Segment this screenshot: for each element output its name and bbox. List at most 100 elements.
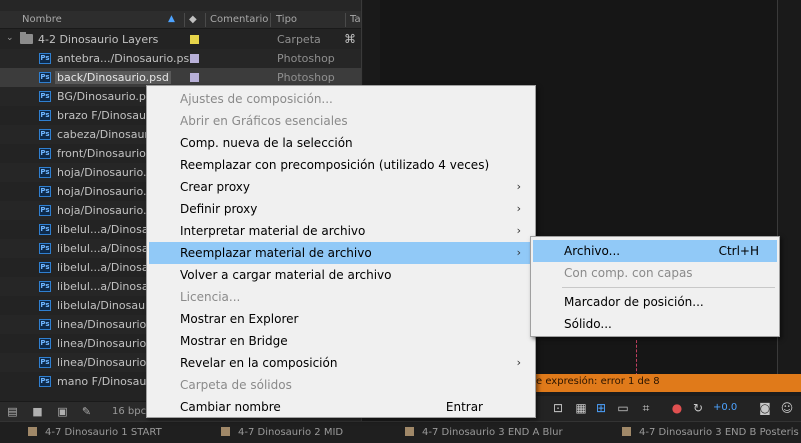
item-name: brazo F/Dinosaur bbox=[57, 109, 151, 122]
menu-item-reemplazar-material-de-archivo[interactable]: Reemplazar material de archivo › bbox=[149, 242, 533, 264]
column-type[interactable]: Tipo bbox=[276, 14, 297, 25]
menu-item-label: Ajustes de composición... bbox=[180, 92, 333, 106]
new-composition-icon[interactable]: ▣ bbox=[56, 406, 69, 418]
photoshop-file-icon: Ps bbox=[39, 376, 51, 387]
context-menu: Ajustes de composición... Abrir en Gráfic… bbox=[146, 85, 536, 418]
rulers-icon[interactable]: ▭ bbox=[615, 400, 631, 416]
channel-icon[interactable]: ● bbox=[669, 400, 685, 416]
item-type: Photoshop bbox=[277, 52, 335, 65]
label-tag-icon[interactable]: ◆ bbox=[189, 14, 197, 25]
folder-row[interactable]: ⌄ 4-2 Dinosaurio Layers Carpeta ⌘ bbox=[0, 30, 361, 49]
guides-icon[interactable]: ⌗ bbox=[638, 400, 654, 416]
item-name: back/Dinosaurio.psd bbox=[55, 71, 171, 84]
menu-item-mostrar-en-bridge[interactable]: Mostrar en Bridge bbox=[149, 330, 533, 352]
menu-item-mostrar-en-explorer[interactable]: Mostrar en Explorer bbox=[149, 308, 533, 330]
transparency-grid-icon[interactable]: ▦ bbox=[573, 400, 589, 416]
show-snapshot-icon[interactable]: ☺ bbox=[779, 400, 795, 416]
tab-comp-3[interactable]: 4-7 Dinosaurio 3 END A Blur bbox=[405, 427, 563, 438]
column-divider[interactable] bbox=[184, 13, 185, 27]
menu-item-label: Con comp. con capas bbox=[564, 266, 693, 280]
comp-icon bbox=[405, 427, 414, 436]
photoshop-file-icon: Ps bbox=[39, 72, 51, 83]
item-name: antebra.../Dinosaurio.psd bbox=[57, 52, 197, 65]
tab-comp-4[interactable]: 4-7 Dinosaurio 3 END B Posteris bbox=[622, 427, 799, 438]
sort-ascending-icon[interactable]: ▲ bbox=[168, 14, 175, 24]
menu-item-reemplazar-con-precomposicion-utilizado-4-veces[interactable]: Reemplazar con precomposición (utilizado… bbox=[149, 154, 533, 176]
flowchart-icon[interactable]: ⌘ bbox=[344, 32, 356, 46]
submenu-item-solido[interactable]: Sólido... bbox=[533, 313, 777, 335]
snapshot-icon[interactable]: ◙ bbox=[757, 400, 773, 416]
item-type: Photoshop bbox=[277, 71, 335, 84]
menu-item-licencia[interactable]: Licencia... bbox=[149, 286, 533, 308]
menu-item-label: Abrir en Gráficos esenciales bbox=[180, 114, 348, 128]
photoshop-file-icon: Ps bbox=[39, 110, 51, 121]
mask-visibility-icon[interactable]: ⊞ bbox=[593, 400, 609, 416]
column-header: Nombre ▲ ◆ Comentario Tipo Ta bbox=[0, 11, 361, 29]
photoshop-file-icon: Ps bbox=[39, 300, 51, 311]
tab-label: 4-7 Dinosaurio 1 START bbox=[45, 427, 162, 438]
menu-item-label: Reemplazar con precomposición (utilizado… bbox=[180, 158, 490, 172]
submenu-arrow-icon: › bbox=[516, 356, 521, 369]
bit-depth-label[interactable]: 16 bpc bbox=[112, 406, 146, 417]
menu-item-volver-a-cargar-material-de-archivo[interactable]: Volver a cargar material de archivo bbox=[149, 264, 533, 286]
submenu-item-marcador-de-posicion[interactable]: Marcador de posición... bbox=[533, 291, 777, 313]
menu-item-ajustes-de-composicion[interactable]: Ajustes de composición... bbox=[149, 88, 533, 110]
expand-chevron-icon[interactable]: ⌄ bbox=[6, 33, 14, 43]
region-of-interest-icon[interactable]: ⊡ bbox=[550, 400, 566, 416]
menu-item-label: Licencia... bbox=[180, 290, 241, 304]
column-divider[interactable] bbox=[345, 13, 346, 27]
interpret-footage-icon[interactable]: ▤ bbox=[6, 406, 19, 418]
photoshop-file-icon: Ps bbox=[39, 129, 51, 140]
item-name: hoja/Dinosaurio.p bbox=[57, 185, 154, 198]
replace-footage-submenu: Archivo... Ctrl+H Con comp. con capas Marca… bbox=[530, 236, 780, 337]
photoshop-file-icon: Ps bbox=[39, 167, 51, 178]
item-name: libelul...a/Dinosau bbox=[57, 223, 156, 236]
photoshop-file-icon: Ps bbox=[39, 186, 51, 197]
submenu-arrow-icon: › bbox=[516, 202, 521, 215]
tab-comp-2[interactable]: 4-7 Dinosaurio 2 MID bbox=[221, 427, 343, 438]
menu-item-interpretar-material-de-archivo[interactable]: Interpretar material de archivo › bbox=[149, 220, 533, 242]
footage-row[interactable]: Ps antebra.../Dinosaurio.psd Photoshop bbox=[0, 49, 361, 68]
menu-item-label: Sólido... bbox=[564, 317, 612, 331]
label-color-swatch[interactable] bbox=[190, 73, 199, 82]
menu-item-label: Volver a cargar material de archivo bbox=[180, 268, 392, 282]
item-name: hoja/Dinosaurio.p bbox=[57, 166, 154, 179]
new-folder-icon[interactable]: ■ bbox=[31, 406, 44, 418]
menu-item-comp-nueva-de-la-seleccion[interactable]: Comp. nueva de la selección bbox=[149, 132, 533, 154]
exposure-value[interactable]: +0.0 bbox=[713, 402, 737, 413]
item-name: linea/Dinosaurio. bbox=[57, 337, 150, 350]
menu-item-definir-proxy[interactable]: Definir proxy › bbox=[149, 198, 533, 220]
column-divider[interactable] bbox=[205, 13, 206, 27]
photoshop-file-icon: Ps bbox=[39, 338, 51, 349]
menu-item-abrir-en-graficos-esenciales[interactable]: Abrir en Gráficos esenciales bbox=[149, 110, 533, 132]
item-name: libelul...a/Dinosau bbox=[57, 242, 156, 255]
expression-error-text: e expresión: error 1 de 8 bbox=[536, 376, 660, 387]
menu-item-revelar-en-la-composicion[interactable]: Revelar en la composición › bbox=[149, 352, 533, 374]
menu-item-cambiar-nombre[interactable]: Cambiar nombre Entrar bbox=[149, 396, 533, 418]
menu-item-label: Archivo... bbox=[564, 244, 621, 258]
guide-line bbox=[636, 340, 637, 376]
tab-label: 4-7 Dinosaurio 2 MID bbox=[238, 427, 344, 438]
menu-item-carpeta-de-solidos[interactable]: Carpeta de sólidos bbox=[149, 374, 533, 396]
tab-comp-1[interactable]: 4-7 Dinosaurio 1 START bbox=[28, 427, 162, 438]
photoshop-file-icon: Ps bbox=[39, 243, 51, 254]
menu-item-crear-proxy[interactable]: Crear proxy › bbox=[149, 176, 533, 198]
column-extra[interactable]: Ta bbox=[350, 14, 361, 25]
column-comment[interactable]: Comentario bbox=[210, 14, 268, 25]
project-settings-icon[interactable]: ✎ bbox=[80, 406, 93, 418]
submenu-item-archivo[interactable]: Archivo... Ctrl+H bbox=[533, 240, 777, 262]
submenu-arrow-icon: › bbox=[516, 224, 521, 237]
column-divider[interactable] bbox=[270, 13, 271, 27]
viewer-toolbar: ⊡ ▦ ⊞ ▭ ⌗ ● ↻ +0.0 ◙ ☺ bbox=[530, 396, 801, 421]
photoshop-file-icon: Ps bbox=[39, 224, 51, 235]
submenu-item-con-comp-con-capas[interactable]: Con comp. con capas bbox=[533, 262, 777, 284]
item-name: libelul...a/Dinosau bbox=[57, 280, 156, 293]
photoshop-file-icon: Ps bbox=[39, 148, 51, 159]
expression-error-bar[interactable]: e expresión: error 1 de 8 bbox=[530, 374, 801, 392]
reset-exposure-icon[interactable]: ↻ bbox=[690, 400, 706, 416]
item-type: Carpeta bbox=[277, 33, 321, 46]
column-name[interactable]: Nombre bbox=[22, 14, 62, 25]
menu-separator bbox=[562, 287, 775, 288]
label-color-swatch[interactable] bbox=[190, 35, 199, 44]
label-color-swatch[interactable] bbox=[190, 54, 199, 63]
